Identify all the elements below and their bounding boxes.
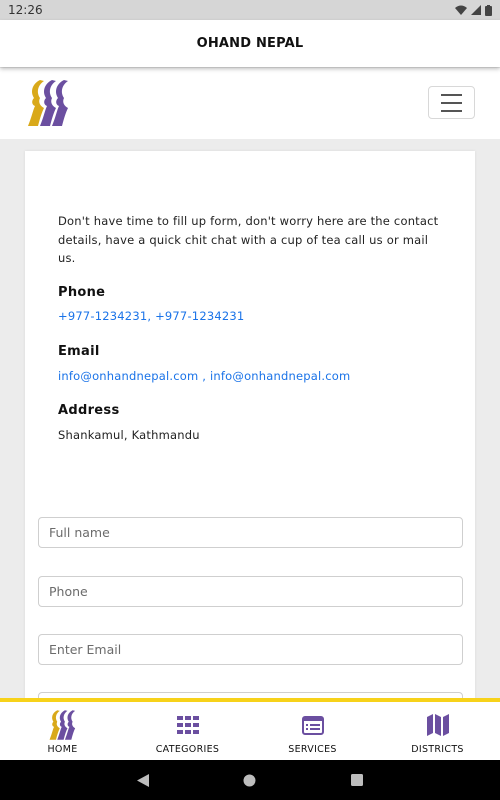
list-window-icon	[298, 710, 328, 740]
app-title: OHAND NEPAL	[196, 36, 304, 51]
address-value: Shankamul, Kathmandu	[58, 428, 200, 442]
recents-square-icon[interactable]	[350, 774, 363, 786]
home-logo-icon	[48, 710, 78, 740]
battery-icon	[485, 4, 492, 16]
phone-label: Phone	[58, 285, 106, 300]
grid-icon	[173, 710, 203, 740]
ohand-logo-faces-icon[interactable]	[26, 78, 72, 128]
fullname-input[interactable]	[38, 517, 463, 548]
contact-card: Don't have time to fill up form, don't w…	[25, 151, 475, 723]
email-value[interactable]: info@onhandnepal.com , info@onhandnepal.…	[58, 369, 350, 383]
phone-value[interactable]: +977-1234231, +977-1234231	[58, 309, 244, 323]
bottom-nav: HOME CATEGORIES SERVICES DISTRICTS	[0, 698, 500, 760]
nav-districts-label: DISTRICTS	[411, 744, 464, 755]
phone-input[interactable]	[38, 576, 463, 607]
nav-services[interactable]: SERVICES	[250, 702, 375, 760]
nav-home[interactable]: HOME	[0, 702, 125, 760]
contact-intro: Don't have time to fill up form, don't w…	[58, 214, 439, 265]
status-icons	[455, 4, 492, 16]
nav-services-label: SERVICES	[288, 744, 337, 755]
address-label: Address	[58, 403, 120, 418]
email-label: Email	[58, 344, 100, 359]
nav-districts[interactable]: DISTRICTS	[375, 702, 500, 760]
map-icon	[423, 710, 453, 740]
back-icon[interactable]	[137, 773, 150, 787]
nav-home-label: HOME	[47, 744, 78, 755]
app-bar: OHAND NEPAL	[0, 20, 500, 67]
email-input[interactable]	[38, 634, 463, 665]
system-nav-bar	[0, 760, 500, 800]
home-circle-icon[interactable]	[243, 774, 256, 787]
status-bar: 12:26	[0, 0, 500, 20]
nav-categories-label: CATEGORIES	[155, 744, 220, 755]
status-time: 12:26	[8, 3, 43, 17]
hamburger-menu-icon[interactable]	[428, 86, 475, 119]
nav-categories[interactable]: CATEGORIES	[125, 702, 250, 760]
wifi-icon	[455, 5, 467, 15]
signal-icon	[471, 5, 481, 15]
site-header	[0, 68, 500, 139]
